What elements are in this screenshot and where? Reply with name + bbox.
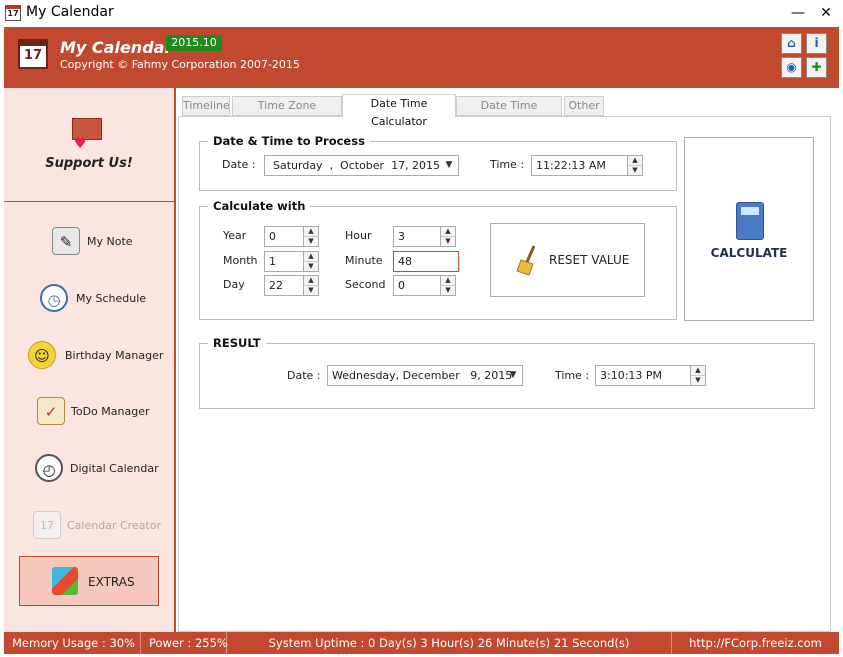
notepad-icon: ✎: [52, 227, 80, 255]
support-us-button[interactable]: ♥ Support Us!: [4, 88, 174, 202]
calculate-with-title: Calculate with: [208, 199, 311, 213]
system-uptime: System Uptime : 0 Day(s) 3 Hour(s) 26 Mi…: [227, 632, 672, 654]
broom-icon: [516, 245, 536, 276]
second-label: Second: [345, 278, 386, 291]
sidebar-item-birthday-manager[interactable]: ☺ Birthday Manager: [4, 335, 174, 375]
extras-button[interactable]: EXTRAS: [19, 556, 159, 606]
year-label: Year: [223, 229, 247, 242]
sidebar-item-my-note[interactable]: ✎ My Note: [4, 221, 174, 261]
app-name: My Calendar: [60, 38, 173, 57]
home-icon[interactable]: ⌂: [781, 33, 802, 54]
process-date-value: Saturday , October 17, 2015: [273, 159, 441, 172]
month-label: Month: [223, 254, 258, 267]
second-spinner[interactable]: ▲ ▼: [440, 275, 456, 296]
chevron-down-icon[interactable]: ▼: [440, 156, 458, 175]
process-date-label: Date :: [222, 158, 256, 171]
version-badge: 2015.10: [166, 35, 222, 51]
status-bar: Memory Usage : 30% Power : 255% System U…: [4, 632, 839, 654]
result-time-label: Time :: [555, 369, 590, 382]
day-input[interactable]: 22: [264, 275, 304, 296]
support-label: Support Us!: [45, 156, 133, 171]
smiley-icon: ☺: [28, 341, 56, 369]
app-calendar-icon: 17: [5, 5, 21, 21]
plus-icon[interactable]: ✚: [806, 57, 827, 78]
sidebar-item-todo-manager[interactable]: ✓ ToDo Manager: [4, 391, 174, 431]
calculate-button[interactable]: CALCULATE: [684, 137, 814, 321]
sidebar-item-label: Calendar Creator: [67, 519, 161, 532]
power-status: Power : 255%: [141, 632, 228, 654]
hour-label: Hour: [345, 229, 372, 242]
clock-icon: ◷: [40, 284, 68, 312]
process-time-field[interactable]: 11:22:13 AM: [531, 155, 629, 176]
reset-value-button[interactable]: RESET VALUE: [490, 223, 645, 297]
result-time-spinner[interactable]: ▲ ▼: [690, 365, 706, 386]
result-title: RESULT: [208, 336, 266, 350]
sidebar-item-my-schedule[interactable]: ◷ My Schedule: [4, 278, 174, 318]
result-date-picker[interactable]: Wednesday, December 9, 2015 ▼: [327, 365, 523, 386]
day-spinner[interactable]: ▲ ▼: [303, 275, 319, 296]
memory-usage: Memory Usage : 30%: [4, 632, 141, 654]
hour-input[interactable]: 3: [393, 226, 441, 247]
sidebar-item-label: Birthday Manager: [65, 349, 164, 362]
broadcast-icon[interactable]: ◉: [781, 57, 802, 78]
sidebar-item-label: ToDo Manager: [71, 405, 150, 418]
month-spinner[interactable]: ▲ ▼: [303, 251, 319, 272]
hour-spinner[interactable]: ▲ ▼: [440, 226, 456, 247]
calendar-icon: 17: [33, 511, 61, 539]
sidebar-item-label: Digital Calendar: [70, 462, 159, 475]
tab-timeline[interactable]: Timeline: [182, 96, 230, 116]
chevron-down-icon[interactable]: ▼: [504, 366, 522, 385]
result-date-label: Date :: [287, 369, 321, 382]
sidebar-item-digital-calendar[interactable]: ◴ Digital Calendar: [4, 448, 174, 488]
close-button[interactable]: ✕: [811, 0, 841, 27]
process-time-spinner[interactable]: ▲ ▼: [627, 155, 643, 176]
sidebar: ♥ Support Us! ✎ My Note ◷ My Schedule ☺ …: [4, 88, 176, 632]
window-title: My Calendar: [26, 4, 114, 20]
sidebar-item-calendar-creator: 17 Calendar Creator: [4, 505, 174, 545]
app-header: 17 My Calendar 2015.10 Copyright © Fahmy…: [4, 27, 839, 88]
minimize-button[interactable]: —: [783, 0, 813, 27]
checklist-icon: ✓: [37, 397, 65, 425]
heart-icon: ♥: [74, 136, 87, 152]
tab-date-time-comparer[interactable]: Date Time Comparer: [456, 96, 562, 130]
info-icon[interactable]: i: [806, 33, 827, 54]
year-spinner[interactable]: ▲ ▼: [303, 226, 319, 247]
sidebar-item-label: My Note: [87, 235, 133, 248]
month-input[interactable]: 1: [264, 251, 304, 272]
window-titlebar: 17 My Calendar — ✕: [0, 0, 843, 27]
process-date-picker[interactable]: Saturday , October 17, 2015 ▼: [264, 155, 459, 176]
sidebar-item-label: My Schedule: [76, 292, 147, 305]
minute-label: Minute: [345, 254, 383, 267]
tab-other[interactable]: Other: [564, 96, 604, 116]
website-link[interactable]: http://FCorp.freeiz.com: [672, 632, 839, 654]
tab-date-time-calculator[interactable]: Date Time Calculator: [342, 94, 456, 128]
result-date-value: Wednesday, December 9, 2015: [332, 369, 513, 382]
year-input[interactable]: 0: [264, 226, 304, 247]
day-label: Day: [223, 278, 245, 291]
tab-time-zone-converter[interactable]: Time Zone Converter: [232, 96, 342, 130]
process-group-title: Date & Time to Process: [208, 134, 370, 148]
extras-label: EXTRAS: [88, 575, 135, 589]
calculate-label: CALCULATE: [710, 246, 788, 260]
process-time-label: Time :: [490, 158, 525, 171]
reset-value-label: RESET VALUE: [549, 253, 630, 267]
calendar-logo-icon: 17: [18, 39, 48, 69]
calculator-icon: [736, 202, 764, 240]
copyright-text: Copyright © Fahmy Corporation 2007-2015: [60, 58, 300, 71]
calendar-clock-icon: ◴: [35, 454, 63, 482]
cubes-icon: [52, 567, 78, 595]
result-time-field[interactable]: 3:10:13 PM: [595, 365, 691, 386]
second-input[interactable]: 0: [393, 275, 441, 296]
minute-input[interactable]: 48: [393, 251, 459, 272]
